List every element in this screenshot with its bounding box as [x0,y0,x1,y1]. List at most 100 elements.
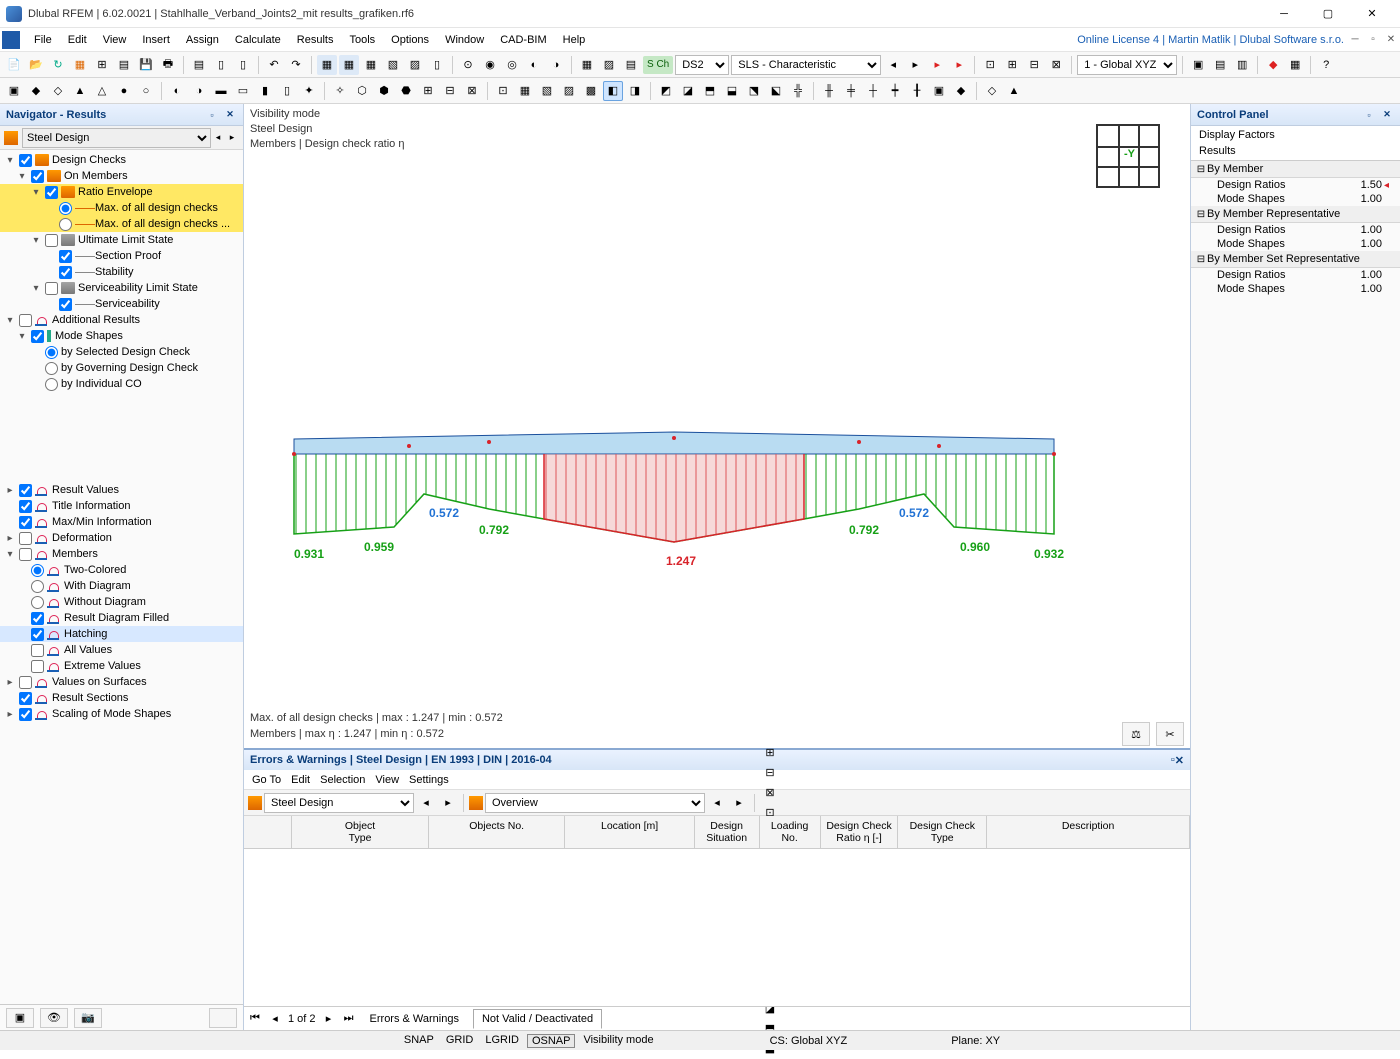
tool-a-icon[interactable]: ▣ [1188,55,1208,75]
errors-col-0[interactable] [244,816,292,848]
errors-menu-go-to[interactable]: Go To [252,774,281,786]
cp-row-1-0[interactable]: Design Ratios1.00 [1191,223,1400,237]
calc1-icon[interactable]: ▦ [577,55,597,75]
tree-stability[interactable]: Stability [0,264,243,280]
open-file-icon[interactable]: 📂 [26,55,46,75]
tb2-tool-3-icon[interactable]: ▲ [70,81,90,101]
undo-icon[interactable]: ↶ [264,55,284,75]
tb2-tool-12-icon[interactable]: ▯ [277,81,297,101]
errors-menu-selection[interactable]: Selection [320,774,365,786]
status-snap[interactable]: SNAP [400,1034,438,1048]
tb2-tool-7-icon[interactable]: ◐ [167,81,187,101]
tree-scaling[interactable]: ▸Scaling of Mode Shapes [0,706,243,722]
tb2-tool-20-icon[interactable]: ⊠ [462,81,482,101]
tree-members[interactable]: ▾Members [0,546,243,562]
tree-ratio-envelope[interactable]: ▾Ratio Envelope [0,184,243,200]
tree-sls[interactable]: ▾Serviceability Limit State [0,280,243,296]
tree-result-diagram-filled[interactable]: Result Diagram Filled [0,610,243,626]
cp-row-0-0[interactable]: Design Ratios1.50◂ [1191,178,1400,192]
tb2-tool-33-icon[interactable]: ⬕ [766,81,786,101]
tree-deformation[interactable]: ▸Deformation [0,530,243,546]
menu-edit[interactable]: Edit [60,31,95,49]
errors-menu-view[interactable]: View [375,774,399,786]
tree-serviceability[interactable]: Serviceability [0,296,243,312]
status-grid[interactable]: GRID [442,1034,478,1048]
tab-errors-warnings[interactable]: Errors & Warnings [362,1010,467,1028]
tree-without-diagram[interactable]: Without Diagram [0,594,243,610]
errors-col-6[interactable]: Design CheckRatio η [-] [821,816,899,848]
tb2-tool-6-icon[interactable]: ○ [136,81,156,101]
menu-insert[interactable]: Insert [134,31,178,49]
menu-results[interactable]: Results [289,31,342,49]
tree-additional-results[interactable]: ▾Additional Results [0,312,243,328]
tree-extreme-values[interactable]: Extreme Values [0,658,243,674]
tb2-tool-4-icon[interactable]: △ [92,81,112,101]
table2-icon[interactable]: ▦ [339,55,359,75]
redo-icon[interactable]: ↷ [286,55,306,75]
navigator-close-icon[interactable]: ✕ [223,108,237,122]
tb2-tool-29-icon[interactable]: ◪ [678,81,698,101]
page-first-icon[interactable]: ⏮ [248,1012,262,1025]
cp-group-1[interactable]: ⊟By Member Representative [1191,206,1400,223]
tb2-tool-38-icon[interactable]: ┿ [885,81,905,101]
refresh-icon[interactable]: ↻ [48,55,68,75]
tb2-tool-26-icon[interactable]: ◧ [603,81,623,101]
table5-icon[interactable]: ▨ [405,55,425,75]
tb2-tool-30-icon[interactable]: ⬒ [700,81,720,101]
tb2-tool-27-icon[interactable]: ◨ [625,81,645,101]
tree-title-info[interactable]: Title Information [0,498,243,514]
tb2-tool-13-icon[interactable]: ✦ [299,81,319,101]
navigation-cube[interactable]: -Y [1096,124,1160,188]
tb2-tool-8-icon[interactable]: ◑ [189,81,209,101]
tb2-tool-31-icon[interactable]: ⬓ [722,81,742,101]
nav-tab-views-icon[interactable]: 📷 [74,1008,102,1028]
tb2-tool-23-icon[interactable]: ▧ [537,81,557,101]
coord-system-combo[interactable]: 1 - Global XYZ [1077,55,1177,75]
nav-next-icon[interactable]: ▸ [225,129,239,147]
next-load-icon[interactable]: ▸ [905,55,925,75]
errors-prev2-icon[interactable]: ◂ [707,793,727,813]
maximize-button[interactable]: ▢ [1306,0,1350,28]
tree-with-diagram[interactable]: With Diagram [0,578,243,594]
tb2-tool-37-icon[interactable]: ┼ [863,81,883,101]
tree-two-colored[interactable]: Two-Colored [0,562,243,578]
eye4-icon[interactable]: ◐ [524,55,544,75]
errors-col-7[interactable]: Design CheckType [898,816,987,848]
viewport[interactable]: Visibility mode Steel Design Members | D… [244,104,1190,748]
tree-uls[interactable]: ▾Ultimate Limit State [0,232,243,248]
cp-close-icon[interactable]: ✕ [1380,108,1394,122]
calc3-icon[interactable]: ▤ [621,55,641,75]
errors-next1-icon[interactable]: ▸ [438,793,458,813]
menu-calculate[interactable]: Calculate [227,31,289,49]
tree-mode-shapes[interactable]: ▾Mode Shapes [0,328,243,344]
menu-cad-bim[interactable]: CAD-BIM [492,31,554,49]
view1-icon[interactable]: ⊡ [980,55,1000,75]
tb2-tool-0-icon[interactable]: ▣ [4,81,24,101]
tb2-tool-2-icon[interactable]: ◇ [48,81,68,101]
table4-icon[interactable]: ▧ [383,55,403,75]
view2-icon[interactable]: ⊞ [1002,55,1022,75]
eye2-icon[interactable]: ◉ [480,55,500,75]
cp-group-0[interactable]: ⊟By Member [1191,161,1400,178]
table3-icon[interactable]: ▦ [361,55,381,75]
tb2-tool-42-icon[interactable]: ◇ [982,81,1002,101]
tb2-tool-1-icon[interactable]: ◆ [26,81,46,101]
errors-table-body[interactable] [244,849,1190,1006]
errors-menu-settings[interactable]: Settings [409,774,449,786]
tb2-tool-15-icon[interactable]: ⬡ [352,81,372,101]
eye5-icon[interactable]: ◑ [546,55,566,75]
tb2-tool-40-icon[interactable]: ▣ [929,81,949,101]
mdi-close-icon[interactable]: ✕ [1384,33,1398,47]
errors-col-8[interactable]: Description [987,816,1190,848]
status-lgrid[interactable]: LGRID [481,1034,523,1048]
load-combo[interactable]: SLS - Characteristic [731,55,881,75]
status-osnap[interactable]: OSNAP [527,1034,576,1048]
table1-icon[interactable]: ▦ [317,55,337,75]
menu-help[interactable]: Help [555,31,594,49]
errors-tb-9-icon[interactable]: ⊟ [760,763,780,783]
help-icon[interactable]: ? [1316,55,1336,75]
tree-hatching[interactable]: Hatching [0,626,243,642]
close-button[interactable]: ✕ [1350,0,1394,28]
navigator-tree[interactable]: ▾Design Checks ▾On Members ▾Ratio Envelo… [0,150,243,1004]
errors-menu-edit[interactable]: Edit [291,774,310,786]
